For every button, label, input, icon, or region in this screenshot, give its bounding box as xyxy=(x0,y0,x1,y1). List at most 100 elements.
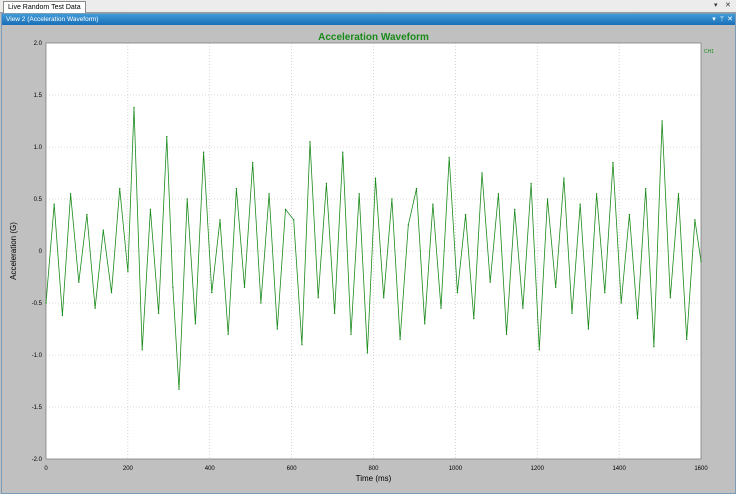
data-point xyxy=(141,349,143,351)
data-point xyxy=(227,333,229,335)
data-point xyxy=(448,156,450,159)
data-point xyxy=(530,182,532,185)
data-point xyxy=(383,297,385,299)
data-point xyxy=(78,281,80,283)
data-point xyxy=(178,388,180,390)
x-axis-ticks: 0 200 400 600 800 1000 1200 1400 1600 xyxy=(44,466,708,472)
data-point xyxy=(399,338,401,341)
data-point xyxy=(653,346,655,348)
data-point xyxy=(456,291,459,294)
data-point xyxy=(415,187,418,190)
data-point xyxy=(546,198,549,200)
data-point xyxy=(333,312,336,315)
data-point xyxy=(636,317,639,320)
data-point xyxy=(407,224,409,226)
document-tabstrip: Live Random Test Data ▾ ✕ xyxy=(0,0,736,13)
data-point xyxy=(604,291,606,294)
data-point xyxy=(61,314,64,317)
data-point xyxy=(645,187,647,190)
data-point xyxy=(464,213,467,216)
x-tick-label: 1600 xyxy=(694,466,708,472)
data-point xyxy=(309,141,311,143)
data-point xyxy=(276,328,278,330)
data-point xyxy=(555,286,557,289)
y-axis-label: Acceleration (G) xyxy=(9,222,18,280)
data-point xyxy=(260,302,262,304)
x-tick-label: 1000 xyxy=(449,466,463,472)
data-point xyxy=(186,198,188,200)
data-point xyxy=(69,193,72,195)
y-tick-label: 2.0 xyxy=(34,41,43,47)
data-point xyxy=(284,208,287,211)
data-point xyxy=(243,286,246,289)
data-point xyxy=(514,208,516,211)
y-tick-label: -1.5 xyxy=(32,405,43,411)
data-point xyxy=(268,193,270,195)
data-point xyxy=(481,172,483,174)
data-point xyxy=(157,312,160,315)
x-axis-label: Time (ms) xyxy=(356,474,392,483)
data-point xyxy=(325,182,328,185)
y-axis-ticks: 2.0 1.5 1.0 0.5 0 -0.5 -1.0 -1.5 -2.0 xyxy=(32,41,43,463)
data-point xyxy=(102,229,105,231)
y-tick-label: 1.0 xyxy=(34,145,43,151)
data-point xyxy=(440,307,442,309)
data-point xyxy=(374,177,377,179)
data-point xyxy=(579,203,581,205)
x-tick-label: 400 xyxy=(205,466,216,472)
data-point xyxy=(473,317,475,320)
data-point xyxy=(166,135,168,138)
x-tick-label: 800 xyxy=(368,466,379,472)
data-point xyxy=(694,219,696,221)
legend-entry-ch1: CH1 xyxy=(704,49,714,55)
x-tick-label: 0 xyxy=(44,466,48,472)
data-point xyxy=(293,219,295,221)
data-point xyxy=(700,260,702,263)
data-point xyxy=(235,187,238,190)
data-point xyxy=(538,349,540,351)
data-point xyxy=(127,271,129,273)
data-point xyxy=(342,151,344,153)
data-point xyxy=(133,106,135,109)
y-tick-label: 0 xyxy=(39,249,43,255)
data-point xyxy=(522,307,524,309)
x-tick-label: 1200 xyxy=(531,466,545,472)
data-point xyxy=(620,302,622,304)
tab-live-random-test-data[interactable]: Live Random Test Data xyxy=(3,1,86,13)
data-point xyxy=(669,297,671,299)
tabstrip-close-icon[interactable]: ✕ xyxy=(725,0,731,12)
data-point xyxy=(505,333,508,335)
data-point xyxy=(45,302,47,304)
data-point xyxy=(489,281,491,283)
data-point xyxy=(677,193,680,195)
y-tick-label: -0.5 xyxy=(32,301,43,307)
y-tick-label: 1.5 xyxy=(34,93,43,99)
y-tick-label: -2.0 xyxy=(32,457,43,463)
x-tick-label: 600 xyxy=(287,466,298,472)
data-point xyxy=(661,120,663,122)
data-point xyxy=(563,177,565,179)
data-point xyxy=(628,213,631,216)
data-point xyxy=(612,161,614,164)
data-point xyxy=(366,352,369,354)
waveform-chart: Acceleration Waveform CH1 2.01.51.00.50-… xyxy=(9,32,714,483)
tabstrip-dropdown-icon[interactable]: ▾ xyxy=(714,0,718,12)
data-point xyxy=(252,161,254,164)
data-point xyxy=(53,203,55,205)
chart-title: Acceleration Waveform xyxy=(318,32,429,43)
x-tick-label: 1400 xyxy=(612,466,626,472)
data-point xyxy=(149,208,152,211)
y-tick-label: 0.5 xyxy=(34,197,43,203)
data-point xyxy=(110,291,113,294)
data-point xyxy=(358,193,360,195)
data-point xyxy=(119,187,121,190)
data-point xyxy=(94,307,96,309)
data-point xyxy=(211,291,213,294)
data-point xyxy=(86,213,88,216)
acceleration-waveform-view: View 2 (Acceleration Waveform) ▾ ᛘ ✕ Acc… xyxy=(1,13,736,494)
data-point xyxy=(497,193,500,195)
data-point xyxy=(317,297,319,299)
data-point xyxy=(686,338,688,341)
data-point xyxy=(202,151,205,153)
data-point xyxy=(194,323,197,325)
